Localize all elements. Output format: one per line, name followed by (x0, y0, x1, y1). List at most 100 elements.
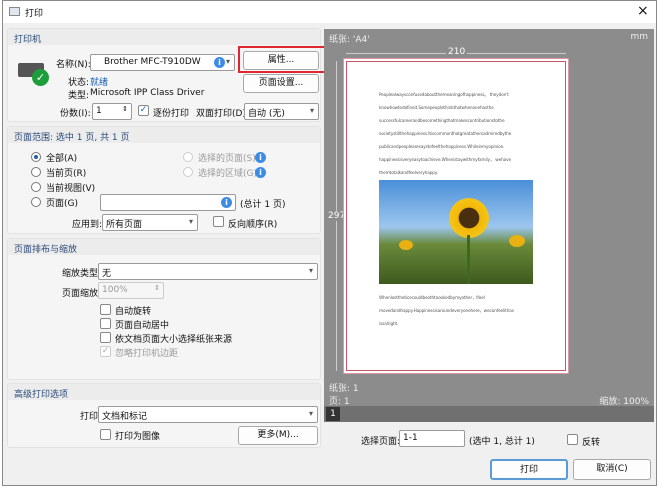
copies-value: 1 (96, 106, 102, 116)
select-pages-value: 1-1 (403, 433, 418, 443)
preview-page: Peoplealwaysconfusedaboutthemeaningofhap… (346, 61, 566, 371)
close-icon[interactable]: × (637, 3, 649, 19)
info-icon[interactable]: i (255, 167, 266, 178)
scale-type-value: 无 (102, 269, 112, 279)
paragraph-line: Whenlosttheticecouldbeothtoookedbymyothe… (379, 295, 485, 300)
layout-section: 页面排布与缩放 缩放类型: 无 页面缩放: 100%⇕ 自动旋转 页面自动居中 … (7, 238, 321, 380)
page-setup-button[interactable]: 页面设置... (243, 74, 319, 93)
page-range-section: 页面范围: 选中 1 页, 共 1 页 全部(A) 当前页(R) 当前视图(V)… (7, 126, 321, 234)
print-button[interactable]: 打印 (490, 459, 568, 480)
window-title: 打印 (25, 9, 44, 19)
info-icon[interactable]: i (221, 197, 232, 208)
select-pages-input[interactable]: 1-1 (399, 430, 465, 447)
collate-label: 逐份打印 (153, 109, 190, 119)
paragraph-line: themtotalkandfeelveryhappy. (379, 170, 438, 175)
radio-all-label: 全部(A) (46, 154, 78, 164)
print-what-label: 打印 (80, 412, 99, 422)
paragraph-line: knowhowtodefineit.Somepeoplethinkthatwhe… (379, 105, 494, 110)
radio-current-page-label: 当前页(R) (46, 169, 87, 179)
radio-current-view[interactable] (31, 182, 41, 192)
duplex-label: 双面打印(D) (196, 109, 246, 119)
radio-all[interactable] (31, 152, 41, 162)
radio-pages-label: 页面(G) (46, 199, 78, 209)
page-scale-stepper[interactable]: 100% ⇕ (98, 282, 164, 299)
status-label: 状态: (68, 78, 90, 88)
sheets-count: 纸张: 1 (329, 384, 359, 394)
selected-info: (选中 1, 总计 1) (469, 437, 535, 447)
radio-selected-pages-label: 选择的页面(S) (198, 154, 256, 164)
advanced-section-title: 高级打印选项 (8, 384, 320, 400)
pages-input[interactable] (100, 194, 236, 211)
thumbnail-strip: 1 (324, 406, 654, 422)
copies-stepper[interactable]: 1 ⇕ (92, 103, 132, 120)
print-preview: 纸张: 'A4' mm 210 297 Peoplealwaysconfused… (324, 29, 654, 422)
print-as-image-label: 打印为图像 (115, 432, 161, 442)
duplex-value: 自动 (无) (248, 109, 285, 119)
radio-pages[interactable] (31, 197, 41, 207)
sunflower-image (379, 180, 533, 284)
printer-name-value: Brother MFC-T910DW (104, 57, 201, 67)
copies-label: 份数(I): (60, 109, 91, 119)
reverse-checkbox[interactable] (213, 216, 224, 227)
app-icon (9, 7, 20, 16)
total-pages: (总计 1 页) (240, 200, 286, 210)
printer-section: 打印机 ✓ 名称(N): Brother MFC-T910DW i 属性... … (7, 28, 327, 122)
auto-rotate-checkbox[interactable] (100, 304, 111, 315)
layout-section-title: 页面排布与缩放 (8, 239, 320, 255)
select-pages-label: 选择页面: (361, 437, 401, 447)
paragraph-line: happinessisveryeasytoachieve.Whenistaywi… (379, 157, 511, 162)
type-label: 类型: (68, 91, 90, 101)
ignore-margins-checkbox[interactable]: ✓ (100, 346, 111, 357)
advanced-section: 高级打印选项 打印 文档和标记 打印为图像 更多(M)... (7, 383, 321, 448)
paragraph-line: publicandpeoplearesaystofeelthehappiness… (379, 144, 505, 149)
apply-to-value: 所有页面 (106, 220, 143, 230)
paper-source-checkbox[interactable] (100, 332, 111, 343)
status-ok-icon: ✓ (32, 69, 49, 86)
title-bar: 打印 × (3, 1, 656, 23)
printer-section-title: 打印机 (8, 29, 320, 45)
radio-selected-area-label: 选择的区域(G) (198, 169, 257, 179)
paragraph-line: movedandhappy.Happinessisaroundeveryoneh… (379, 308, 514, 313)
radio-current-view-label: 当前视图(V) (46, 184, 96, 194)
info-icon[interactable]: i (255, 152, 266, 163)
print-dialog: 打印 × 打印机 ✓ 名称(N): Brother MFC-T910DW i 属… (2, 0, 657, 486)
page-scale-value: 100% (102, 285, 128, 295)
print-what-value: 文档和标记 (102, 412, 148, 422)
printer-name-label: 名称(N): (56, 60, 91, 70)
paper-label: 纸张: 'A4' (329, 35, 370, 45)
apply-to-label: 应用到: (72, 220, 103, 230)
paragraph-line: successfulcareerandbesomethingthatmakesc… (379, 118, 505, 123)
ignore-margins-label: 忽略打印机边距 (115, 349, 179, 359)
type-value: Microsoft IPP Class Driver (90, 88, 205, 98)
apply-to-select[interactable]: 所有页面 (102, 214, 198, 231)
reverse-label: 反向顺序(R) (228, 220, 278, 230)
print-as-image-checkbox[interactable] (100, 429, 111, 440)
radio-selected-pages[interactable] (183, 152, 193, 162)
paragraph-line: societystillthehappiness.Itiscommonthatg… (379, 131, 512, 136)
auto-center-checkbox[interactable] (100, 318, 111, 329)
flip-label: 反转 (582, 438, 601, 448)
thumbnail-page-1[interactable]: 1 (326, 407, 340, 421)
duplex-select[interactable]: 自动 (无) (244, 103, 319, 120)
page-scale-label: 页面缩放: (62, 289, 102, 299)
page-range-title: 页面范围: 选中 1 页, 共 1 页 (8, 127, 320, 143)
auto-center-label: 页面自动居中 (115, 321, 170, 331)
radio-selected-area[interactable] (183, 167, 193, 177)
info-icon[interactable]: i (214, 57, 225, 68)
print-what-select[interactable]: 文档和标记 (98, 406, 318, 423)
highlight-box (238, 46, 327, 73)
paper-source-label: 依文档页面大小选择纸张来源 (115, 335, 233, 345)
unit-label: mm (630, 32, 648, 42)
auto-rotate-label: 自动旋转 (115, 307, 152, 317)
height-dimension: 297 (328, 211, 346, 221)
width-dimension: 210 (446, 47, 468, 57)
cancel-button[interactable]: 取消(C) (573, 459, 651, 480)
radio-current-page[interactable] (31, 167, 41, 177)
scale-type-label: 缩放类型: (62, 269, 102, 279)
more-button[interactable]: 更多(M)... (238, 426, 318, 445)
scale-type-select[interactable]: 无 (98, 263, 318, 280)
collate-checkbox[interactable]: ✓ (138, 105, 149, 116)
paragraph-line: Peoplealwaysconfusedaboutthemeaningofhap… (379, 92, 509, 97)
flip-checkbox[interactable] (567, 434, 578, 445)
status-value: 就绪 (90, 78, 109, 88)
